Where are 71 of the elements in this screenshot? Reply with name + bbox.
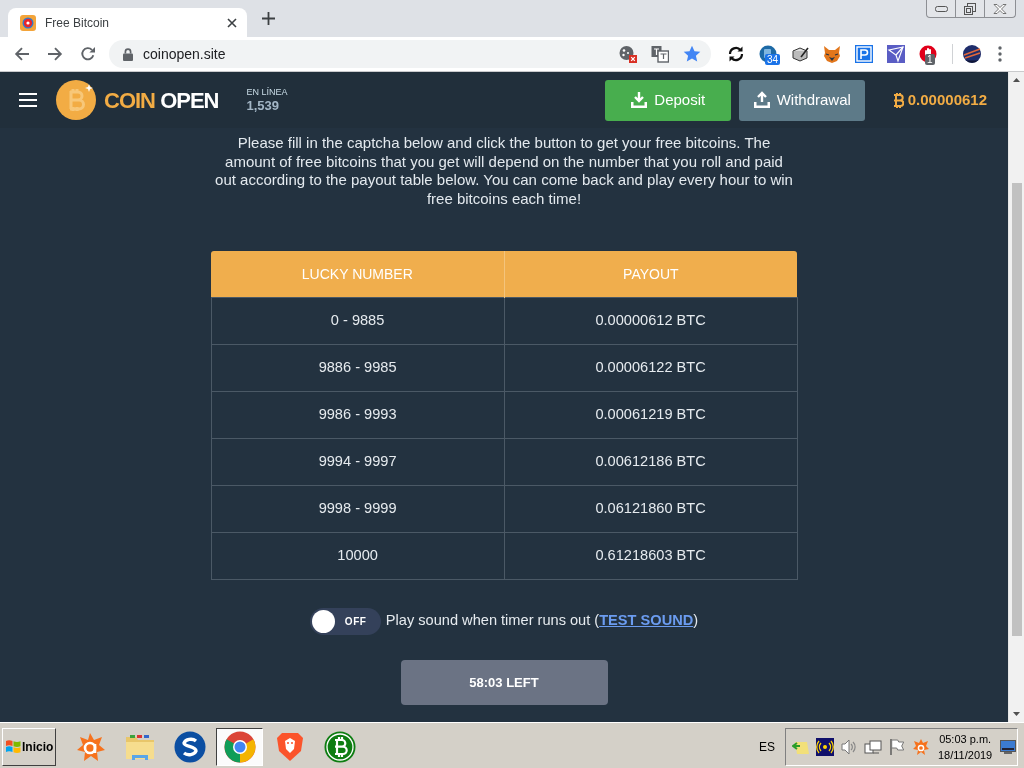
balance-amount: 0.00000612 xyxy=(907,89,987,110)
online-count: 1,539 xyxy=(246,97,281,114)
signal-rings-icon[interactable] xyxy=(816,737,834,756)
minimize-icon xyxy=(934,5,948,12)
clock-time[interactable]: 05:03 p.m. xyxy=(938,730,993,747)
close-window-icon xyxy=(993,3,1007,14)
table-cell: 0.00006122 BTC xyxy=(504,344,797,392)
table-cell: 10000 xyxy=(211,532,505,580)
table-cell: 0 - 9885 xyxy=(211,297,505,345)
intro-paragraph: Please fill in the captcha below and click the button to get your free bitcoins. The amount of free bitcoins that you get will depend on the number that you roll and paid out according to the payout table below. You can come back and play every hour to win free bitcoins each time! xyxy=(214,134,794,209)
address-bar[interactable]: coinopen.site xyxy=(109,40,711,68)
striped-circle-icon[interactable] xyxy=(963,45,981,63)
back-icon[interactable] xyxy=(14,46,30,62)
network-computers-icon[interactable] xyxy=(864,737,882,756)
desktop-screen-icon[interactable] xyxy=(1000,739,1017,754)
close-icon[interactable] xyxy=(227,17,237,28)
flag-logo-icon xyxy=(5,739,21,754)
p-square-icon[interactable] xyxy=(855,45,873,63)
table-cell: 0.06121860 BTC xyxy=(504,485,797,533)
table-cell: 9986 - 9993 xyxy=(211,391,505,439)
sound-toggle[interactable]: OFF xyxy=(309,607,381,635)
speaker-icon[interactable] xyxy=(840,737,858,756)
menu-icon[interactable] xyxy=(998,46,1002,62)
browser-tab[interactable]: Free Bitcoin xyxy=(8,8,247,37)
column-header: PAYOUT xyxy=(504,251,797,298)
starburst-icon[interactable] xyxy=(912,737,930,756)
clock-date[interactable]: 18/11/2019 xyxy=(938,746,993,763)
withdrawal-button[interactable]: Withdrawal xyxy=(738,79,865,121)
flag-icon[interactable] xyxy=(888,737,906,756)
sound-label: Play sound when timer runs out (TEST SOUND) xyxy=(385,611,699,631)
column-header: LUCKY NUMBER xyxy=(211,251,505,298)
lock-icon xyxy=(123,47,133,61)
test-sound-link[interactable]: TEST SOUND xyxy=(599,612,694,629)
table-cell: 9994 - 9997 xyxy=(211,438,505,486)
table-cell: 0.61218603 BTC xyxy=(504,532,797,580)
circle-logo-icon xyxy=(223,730,256,763)
coin-logo-icon xyxy=(56,80,96,120)
menu-icon[interactable] xyxy=(19,93,37,107)
start-button[interactable]: Inicio xyxy=(2,727,56,766)
table-cell: 9998 - 9999 xyxy=(211,485,505,533)
tab-title: Free Bitcoin xyxy=(45,14,111,32)
table-cell: 9886 - 9985 xyxy=(211,344,505,392)
reload-icon[interactable] xyxy=(80,46,96,62)
pen-box-icon[interactable] xyxy=(791,45,809,63)
taskbar-button[interactable] xyxy=(216,727,263,766)
scrollbar[interactable] xyxy=(1008,72,1024,722)
translate-icon[interactable] xyxy=(651,45,669,63)
coin-icon xyxy=(323,730,356,763)
currency-sign-icon xyxy=(892,92,904,108)
logo-text: COIN OPEN xyxy=(104,86,219,115)
table-cell: 0.00612186 BTC xyxy=(504,438,797,486)
online-label: EN LÍNEA xyxy=(246,86,288,98)
language-indicator[interactable]: ES xyxy=(759,737,775,756)
timer-button[interactable]: 58:03 LEFT xyxy=(400,659,608,705)
table-cell: 0.00000612 BTC xyxy=(504,297,797,345)
star-icon[interactable] xyxy=(683,45,701,63)
download-icon xyxy=(630,91,649,109)
plus-icon[interactable] xyxy=(262,12,275,25)
circular-arrows-icon[interactable] xyxy=(727,45,745,63)
extension-badge: 1 xyxy=(925,54,935,65)
upload-icon xyxy=(752,91,771,109)
site-favicon-icon xyxy=(20,14,36,31)
cookie-blocked-icon[interactable] xyxy=(619,45,637,63)
table-cell: 0.00061219 BTC xyxy=(504,391,797,439)
forward-icon[interactable] xyxy=(47,46,63,62)
s-circle-icon xyxy=(173,730,206,763)
fox-icon[interactable] xyxy=(823,45,841,63)
extension-badge: 34 xyxy=(765,54,781,65)
address-field[interactable]: coinopen.site xyxy=(143,43,611,65)
scrollbar-thumb[interactable] xyxy=(1011,183,1022,636)
paper-plane-icon[interactable] xyxy=(887,45,905,63)
